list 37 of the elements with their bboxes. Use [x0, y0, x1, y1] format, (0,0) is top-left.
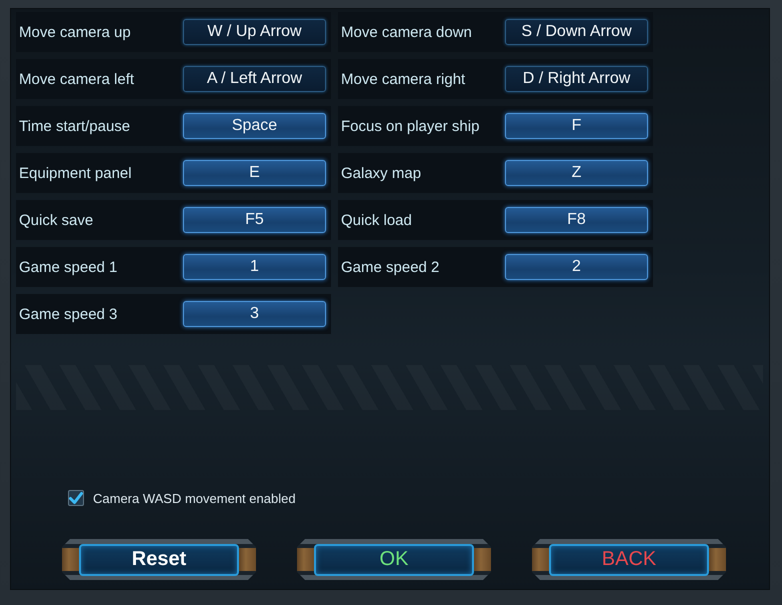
key-binding-button[interactable]: 1 [183, 254, 326, 280]
key-binding-button[interactable]: Z [505, 160, 648, 186]
checkbox[interactable] [68, 490, 84, 506]
action-label: Galaxy map [341, 164, 422, 182]
key-binding-button[interactable]: S / Down Arrow [505, 19, 648, 45]
action-label: Focus on player ship [341, 118, 480, 134]
end-cap [532, 548, 549, 571]
key-binding-button[interactable]: 2 [505, 254, 648, 280]
key-binding-button[interactable]: W / Up Arrow [183, 19, 326, 45]
action-label: Move camera left [19, 70, 134, 88]
check-icon [69, 491, 83, 505]
end-cap [62, 548, 79, 571]
action-label: Move camera down [341, 24, 472, 40]
end-cap [474, 548, 491, 571]
reset-button[interactable]: Reset [79, 544, 239, 576]
key-binding-button[interactable]: F5 [183, 207, 326, 233]
key-binding-button[interactable]: F8 [505, 207, 648, 233]
key-binding-button[interactable]: A / Left Arrow [183, 66, 326, 92]
action-label: Game speed 2 [341, 258, 440, 276]
action-label: Quick save [19, 212, 94, 228]
checkbox-label: Camera WASD movement enabled [93, 490, 296, 506]
key-binding-button[interactable]: Space [183, 113, 326, 139]
key-binding-button[interactable]: 3 [183, 301, 326, 327]
key-binding-button[interactable]: F [505, 113, 648, 139]
action-label: Move camera right [341, 70, 466, 88]
key-binding-button[interactable]: D / Right Arrow [505, 66, 648, 92]
action-label: Equipment panel [19, 164, 132, 182]
end-cap [709, 548, 726, 571]
end-cap [297, 548, 314, 571]
ok-button[interactable]: OK [314, 544, 474, 576]
action-label: Time start/pause [19, 118, 130, 134]
action-label: Move camera up [19, 24, 131, 40]
end-cap [239, 548, 256, 571]
action-label: Quick load [341, 212, 412, 228]
key-binding-button[interactable]: E [183, 160, 326, 186]
action-label: Game speed 1 [19, 258, 118, 276]
action-label: Game speed 3 [19, 306, 118, 322]
